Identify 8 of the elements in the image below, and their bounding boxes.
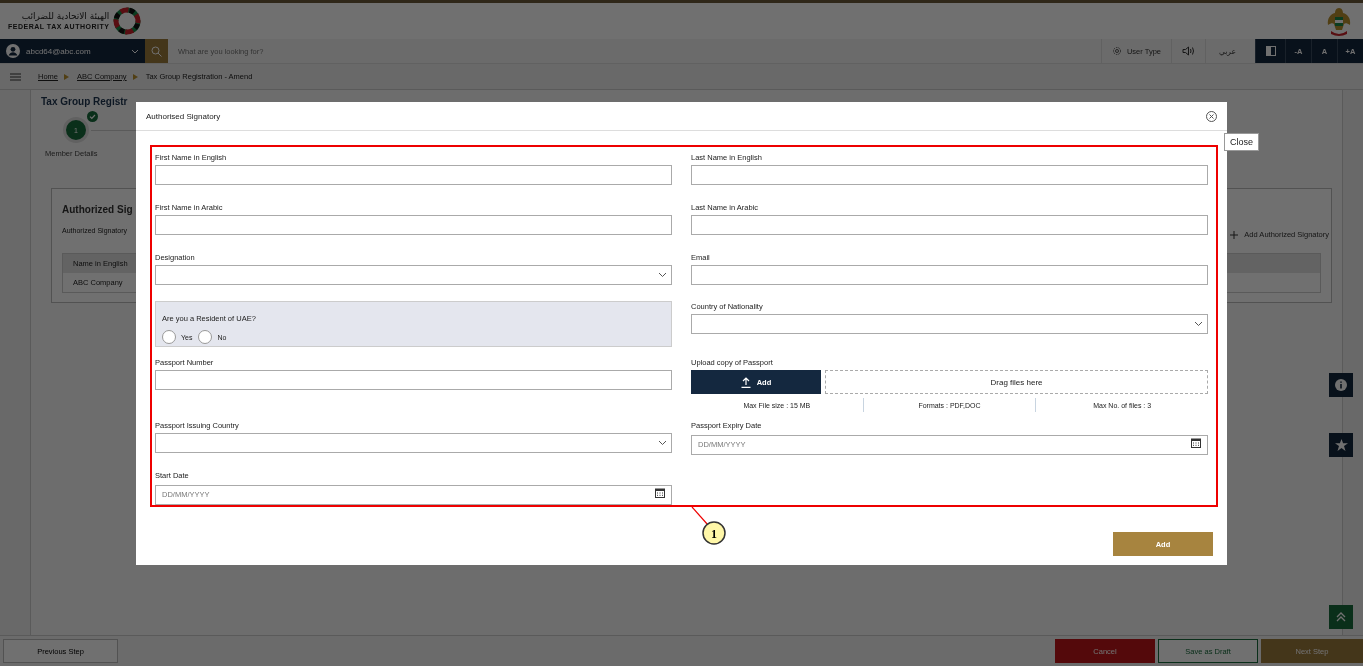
callout-number: 1 — [711, 526, 717, 541]
user-dropdown[interactable]: abcd64@abc.com — [0, 39, 145, 63]
dialog-title: Authorised Signatory — [146, 111, 221, 121]
page-title: Tax Group Registr — [41, 96, 129, 107]
logo-arabic-text: الهيئة الاتحادية للضرائب — [21, 12, 110, 21]
card-title: Authorized Sig — [62, 204, 133, 215]
drop-zone[interactable]: Drag files here — [825, 370, 1208, 394]
close-tooltip: Close — [1224, 133, 1259, 151]
